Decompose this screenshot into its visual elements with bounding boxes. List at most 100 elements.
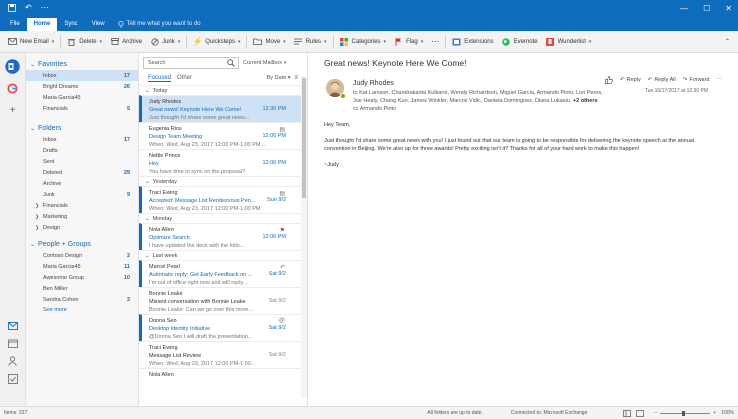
cc-recipient[interactable]: Armando Pinto xyxy=(360,106,396,112)
sort-dropdown[interactable]: By Date ▾ xyxy=(267,75,291,81)
list-item[interactable]: Marcel Pearl Automatic reply: Get Early … xyxy=(139,260,302,287)
list-item[interactable]: Donna Seo Desktop Identity Initiative @D… xyxy=(139,314,302,341)
undo-icon[interactable]: ↶ xyxy=(25,4,32,12)
folder-item-financials[interactable]: ❯ Financials xyxy=(26,200,138,211)
folder-item-marketing[interactable]: ❯ Marketing xyxy=(26,211,138,222)
tab-other[interactable]: Other xyxy=(177,75,192,81)
tab-file[interactable]: File xyxy=(3,18,27,31)
list-item[interactable]: Judy Rhodes Great news! Keynote Here We … xyxy=(139,95,302,122)
group-header-today[interactable]: ⌄ Today xyxy=(139,85,302,95)
archive-button[interactable]: Archive xyxy=(106,34,146,50)
scrollbar-thumb[interactable] xyxy=(302,78,306,198)
recipients-line[interactable]: Joe Healy, Chang Kuo, James Winkler, Mar… xyxy=(353,98,571,104)
group-header-last-week[interactable]: ⌄ Last week xyxy=(139,250,302,260)
filter-icon[interactable]: ≡ xyxy=(294,75,298,81)
forward-button[interactable]: ↷ Forward xyxy=(683,77,710,83)
zoom-out-icon[interactable]: − xyxy=(654,410,657,416)
folder-item-inbox[interactable]: Inbox 17 xyxy=(26,70,138,81)
group-header-yesterday[interactable]: ⌄ Yesterday xyxy=(139,176,302,186)
message-list-scrollbar[interactable] xyxy=(301,76,307,398)
google-icon[interactable] xyxy=(5,81,20,96)
search-input[interactable]: Search xyxy=(143,57,239,69)
sender-name[interactable]: Judy Rhodes xyxy=(353,80,394,87)
wunderlist-button[interactable]: Wunderlist ▾ xyxy=(542,34,596,50)
list-item[interactable]: Nola Allen xyxy=(139,368,302,382)
save-icon[interactable] xyxy=(8,4,16,12)
quicksteps-button[interactable]: ⚡ Quicksteps ▾ xyxy=(189,34,244,50)
zoom-slider-thumb[interactable] xyxy=(682,410,686,416)
favorites-header[interactable]: ⌄ Favorites xyxy=(26,58,138,70)
mailbox-scope-select[interactable]: Current Mailbox ▾ xyxy=(243,57,299,69)
tab-sync[interactable]: Sync xyxy=(57,18,84,31)
categories-button[interactable]: Categories ▾ xyxy=(336,34,391,50)
search-placeholder: Search xyxy=(148,60,166,66)
search-icon[interactable] xyxy=(227,59,235,67)
group-item-ben-miller[interactable]: Ben Miller xyxy=(26,283,138,294)
more-icon[interactable]: ⋯ xyxy=(717,77,723,83)
folder-item-financials[interactable]: Financials 5 xyxy=(26,103,138,114)
see-more-link[interactable]: See more xyxy=(26,305,138,316)
normal-view-icon[interactable] xyxy=(623,409,632,417)
folder-item-bright-dreams[interactable]: Bright Dreams 26 xyxy=(26,81,138,92)
minimize-icon[interactable]: — xyxy=(680,4,688,13)
add-account-icon[interactable]: + xyxy=(5,103,20,118)
new-email-button[interactable]: New Email ▾ xyxy=(4,34,58,50)
group-item-sandra-cohen[interactable]: Sandra Cohen 2 xyxy=(26,294,138,305)
people-icon[interactable] xyxy=(5,353,20,368)
tab-view[interactable]: View xyxy=(85,18,112,31)
reply-all-button[interactable]: ↶ Reply All xyxy=(648,77,676,83)
group-header-monday[interactable]: ⌄ Monday xyxy=(139,213,302,223)
zoom-in-icon[interactable]: + xyxy=(713,410,716,416)
folder-item-junk[interactable]: Junk 9 xyxy=(26,189,138,200)
group-item-awesome-group[interactable]: Awesome Group 10 xyxy=(26,272,138,283)
folder-item-design[interactable]: ❯ Design xyxy=(26,222,138,233)
list-item[interactable]: Nola Allen Optimize Search I have update… xyxy=(139,223,302,250)
rules-label: Rules xyxy=(305,38,322,45)
collapse-ribbon-icon[interactable]: ⌃ xyxy=(725,38,738,45)
junk-button[interactable]: Junk ▾ xyxy=(146,34,184,50)
list-item[interactable]: Traci Ewing Message List Review When: We… xyxy=(139,341,302,368)
mail-icon[interactable] xyxy=(5,318,20,333)
maximize-icon[interactable]: ☐ xyxy=(703,4,710,13)
people-groups-header[interactable]: ⌄ People + Groups xyxy=(26,238,138,250)
tab-focused[interactable]: Focused xyxy=(148,75,172,82)
recipients-line[interactable]: Kat Larsson, Chandrakanta Kulkarni, Wend… xyxy=(359,90,603,96)
delete-button[interactable]: Delete ▾ xyxy=(63,34,106,50)
flag-button[interactable]: Flag ▾ xyxy=(390,34,427,50)
folder-item-maria-garcia[interactable]: Maria Garcia45 xyxy=(26,92,138,103)
rules-button[interactable]: Rules ▾ xyxy=(290,34,331,50)
list-item[interactable]: Nettie Prince Hey You have time to sync … xyxy=(139,149,302,176)
chevron-right-icon[interactable]: ❯ xyxy=(35,225,39,231)
more-icon[interactable]: ⋯ xyxy=(41,4,49,12)
tab-home[interactable]: Home xyxy=(26,18,58,31)
tell-me-box[interactable]: Tell me what you want to do xyxy=(118,18,201,31)
list-item[interactable]: Traci Ewing Accepted: Message List Rende… xyxy=(139,186,302,213)
folder-item-deleted[interactable]: Deleted 29 xyxy=(26,167,138,178)
list-item[interactable]: Eugenia Rios Design Team Meeting When: W… xyxy=(139,122,302,149)
chevron-right-icon[interactable]: ❯ xyxy=(35,203,39,209)
extensions-button[interactable]: Extensions xyxy=(448,34,497,50)
group-item-contoso-design[interactable]: Contoso Design 2 xyxy=(26,250,138,261)
folder-item-archive[interactable]: Archive xyxy=(26,178,138,189)
reading-view-icon[interactable] xyxy=(636,409,645,417)
more-options-button[interactable]: ⋯ xyxy=(427,34,443,50)
calendar-icon[interactable] xyxy=(5,336,20,351)
evernote-button[interactable]: Evernote xyxy=(498,34,542,50)
chevron-right-icon[interactable]: ❯ xyxy=(35,214,39,220)
outlook-icon[interactable] xyxy=(5,59,20,74)
folder-item-inbox[interactable]: Inbox 17 xyxy=(26,134,138,145)
folder-label: Drafts xyxy=(43,147,58,154)
list-item[interactable]: Bonnie Leake Missed conversation with Bo… xyxy=(139,287,302,314)
flag-icon[interactable]: ⚑ xyxy=(280,227,285,234)
reply-button[interactable]: ↶ Reply xyxy=(620,77,641,83)
folders-header[interactable]: ⌄ Folders xyxy=(26,122,138,134)
folder-item-drafts[interactable]: Drafts xyxy=(26,145,138,156)
folder-item-sent[interactable]: Sent xyxy=(26,156,138,167)
tasks-icon[interactable] xyxy=(5,371,20,386)
move-button[interactable]: Move ▾ xyxy=(249,34,289,50)
more-recipients-link[interactable]: +2 others xyxy=(573,98,598,104)
like-icon[interactable] xyxy=(605,76,613,84)
group-item-maria-garcia[interactable]: Maria Garcia45 11 xyxy=(26,261,138,272)
zoom-slider[interactable] xyxy=(660,410,711,416)
close-icon[interactable]: ✕ xyxy=(725,4,732,13)
